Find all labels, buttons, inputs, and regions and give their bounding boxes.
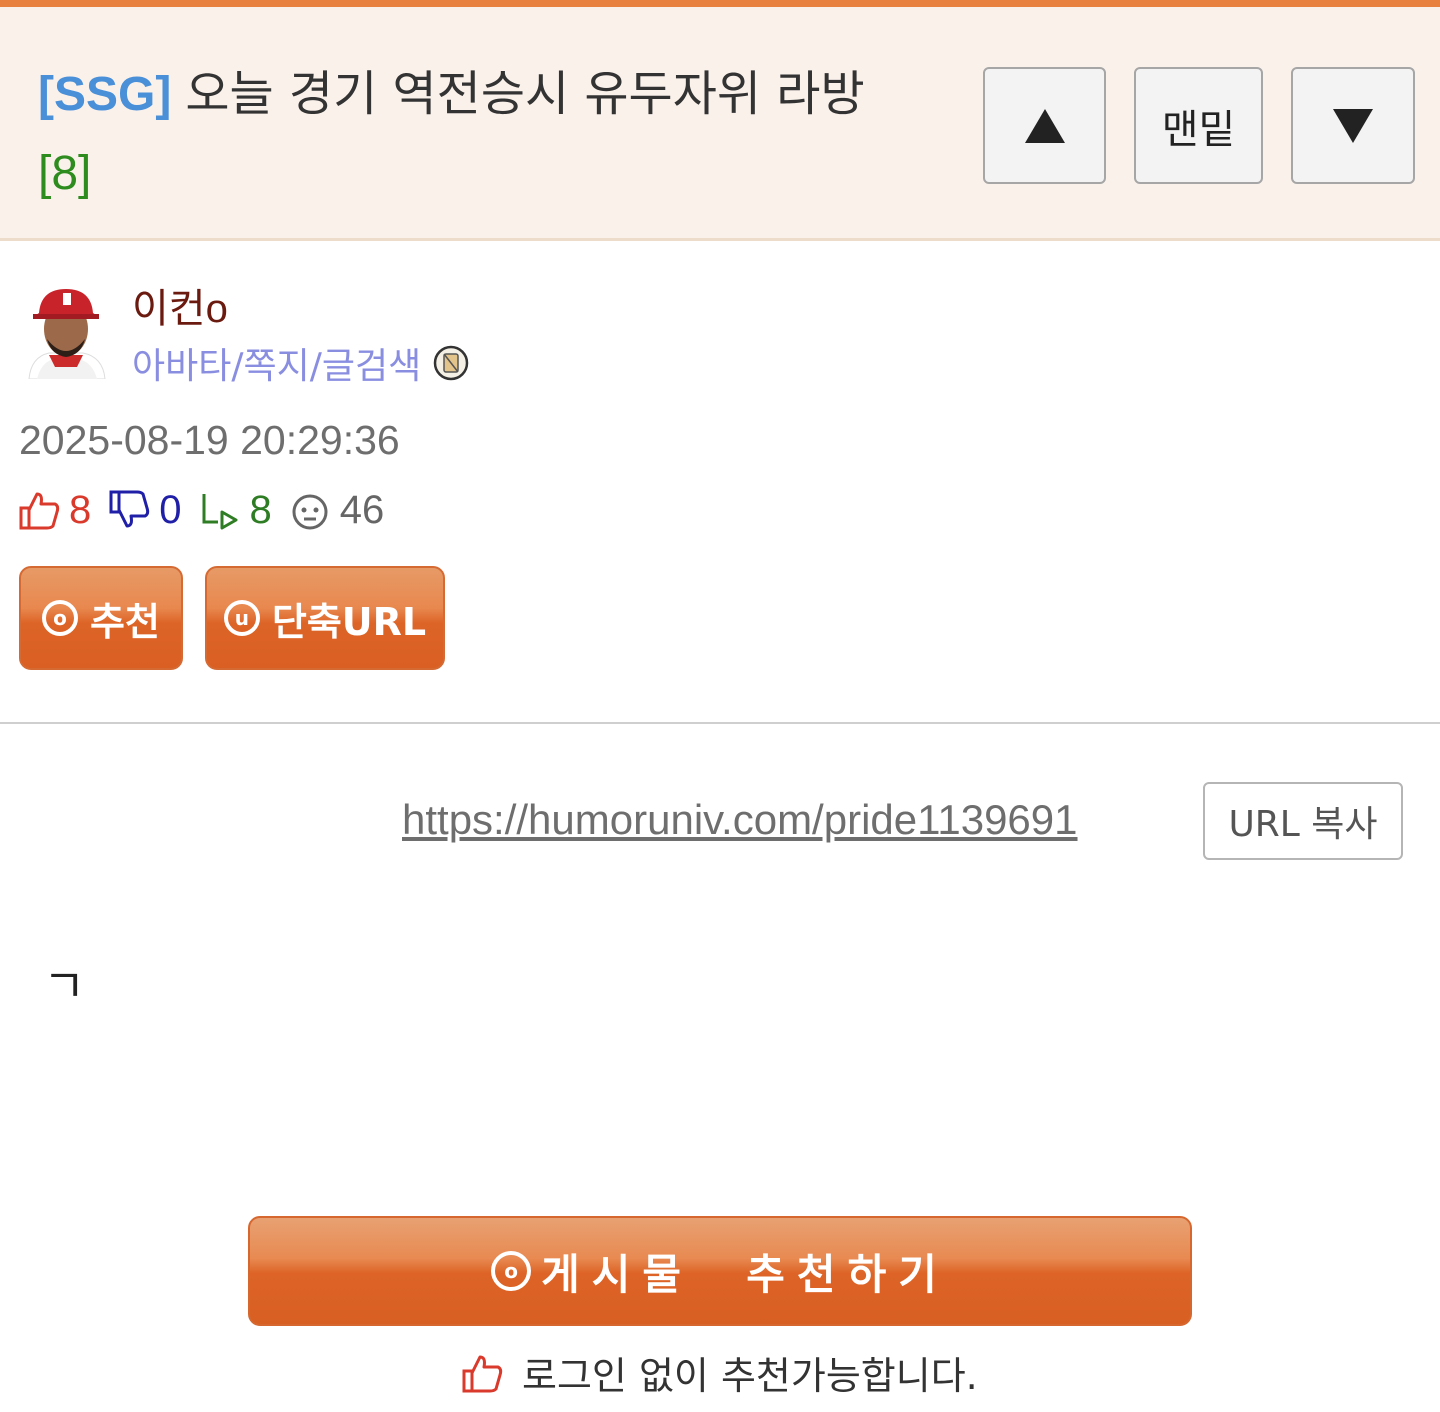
reply-icon (202, 494, 237, 530)
post-datetime: 2025-08-19 20:29:36 (19, 417, 400, 463)
recommend-button[interactable]: o 추천 (19, 566, 183, 670)
short-url-button[interactable]: u 단축URL (205, 566, 445, 670)
downvote-count: 0 (159, 487, 182, 532)
author-name[interactable]: 이컨o (132, 276, 228, 334)
comment-count[interactable]: [8] (38, 147, 91, 200)
url-copy-button[interactable]: URL 복사 (1203, 782, 1403, 860)
scroll-up-button[interactable] (983, 67, 1106, 184)
short-url-label: 단축URL (271, 599, 427, 644)
scroll-bottom-button[interactable]: 맨밑 (1134, 67, 1263, 184)
thumbs-up-icon (19, 492, 60, 530)
thumbs-down-icon (109, 490, 150, 528)
post-stats: 8 0 8 46 (17, 484, 400, 536)
author-menu-link[interactable]: 아바타/쪽지/글검색 (132, 337, 469, 389)
reply-count: 8 (249, 487, 272, 532)
title-text: 오늘 경기 역전승시 유두자위 라방 (185, 66, 865, 122)
author-links-text[interactable]: 아바타/쪽지/글검색 (132, 337, 421, 389)
recommend-circle-icon: o (42, 600, 79, 636)
post-header: [SSG] 오늘 경기 역전승시 유두자위 라방 [8] 맨밑 (0, 7, 1440, 241)
post-body: ㄱ (43, 959, 86, 1013)
category-tag[interactable]: [SSG] (38, 68, 171, 121)
post-recommend-label: 게시물 추천하기 (541, 1249, 949, 1299)
view-face-icon (292, 494, 328, 530)
post-title: [SSG] 오늘 경기 역전승시 유두자위 라방 [8] (38, 55, 918, 213)
login-free-note: 로그인 없이 추천가능합니다. (460, 1345, 978, 1400)
member-badge-icon (433, 345, 469, 381)
login-free-note-text: 로그인 없이 추천가능합니다. (522, 1354, 978, 1398)
top-accent-bar (0, 0, 1440, 7)
avatar[interactable] (19, 283, 113, 379)
triangle-up-icon (1024, 108, 1065, 143)
short-url-circle-icon: u (223, 600, 260, 636)
triangle-down-icon (1333, 108, 1373, 143)
recommend-label: 추천 (90, 599, 160, 644)
scroll-down-button[interactable] (1291, 67, 1415, 184)
post-recommend-button[interactable]: o 게시물 추천하기 (248, 1216, 1192, 1326)
section-divider (0, 722, 1440, 724)
view-count: 46 (339, 487, 385, 532)
upvote-count: 8 (69, 487, 92, 532)
post-url-link[interactable]: https://humoruniv.com/pride1139691 (402, 796, 1078, 844)
post-recommend-circle-icon: o (491, 1251, 532, 1291)
thumbs-up-icon (462, 1355, 503, 1392)
